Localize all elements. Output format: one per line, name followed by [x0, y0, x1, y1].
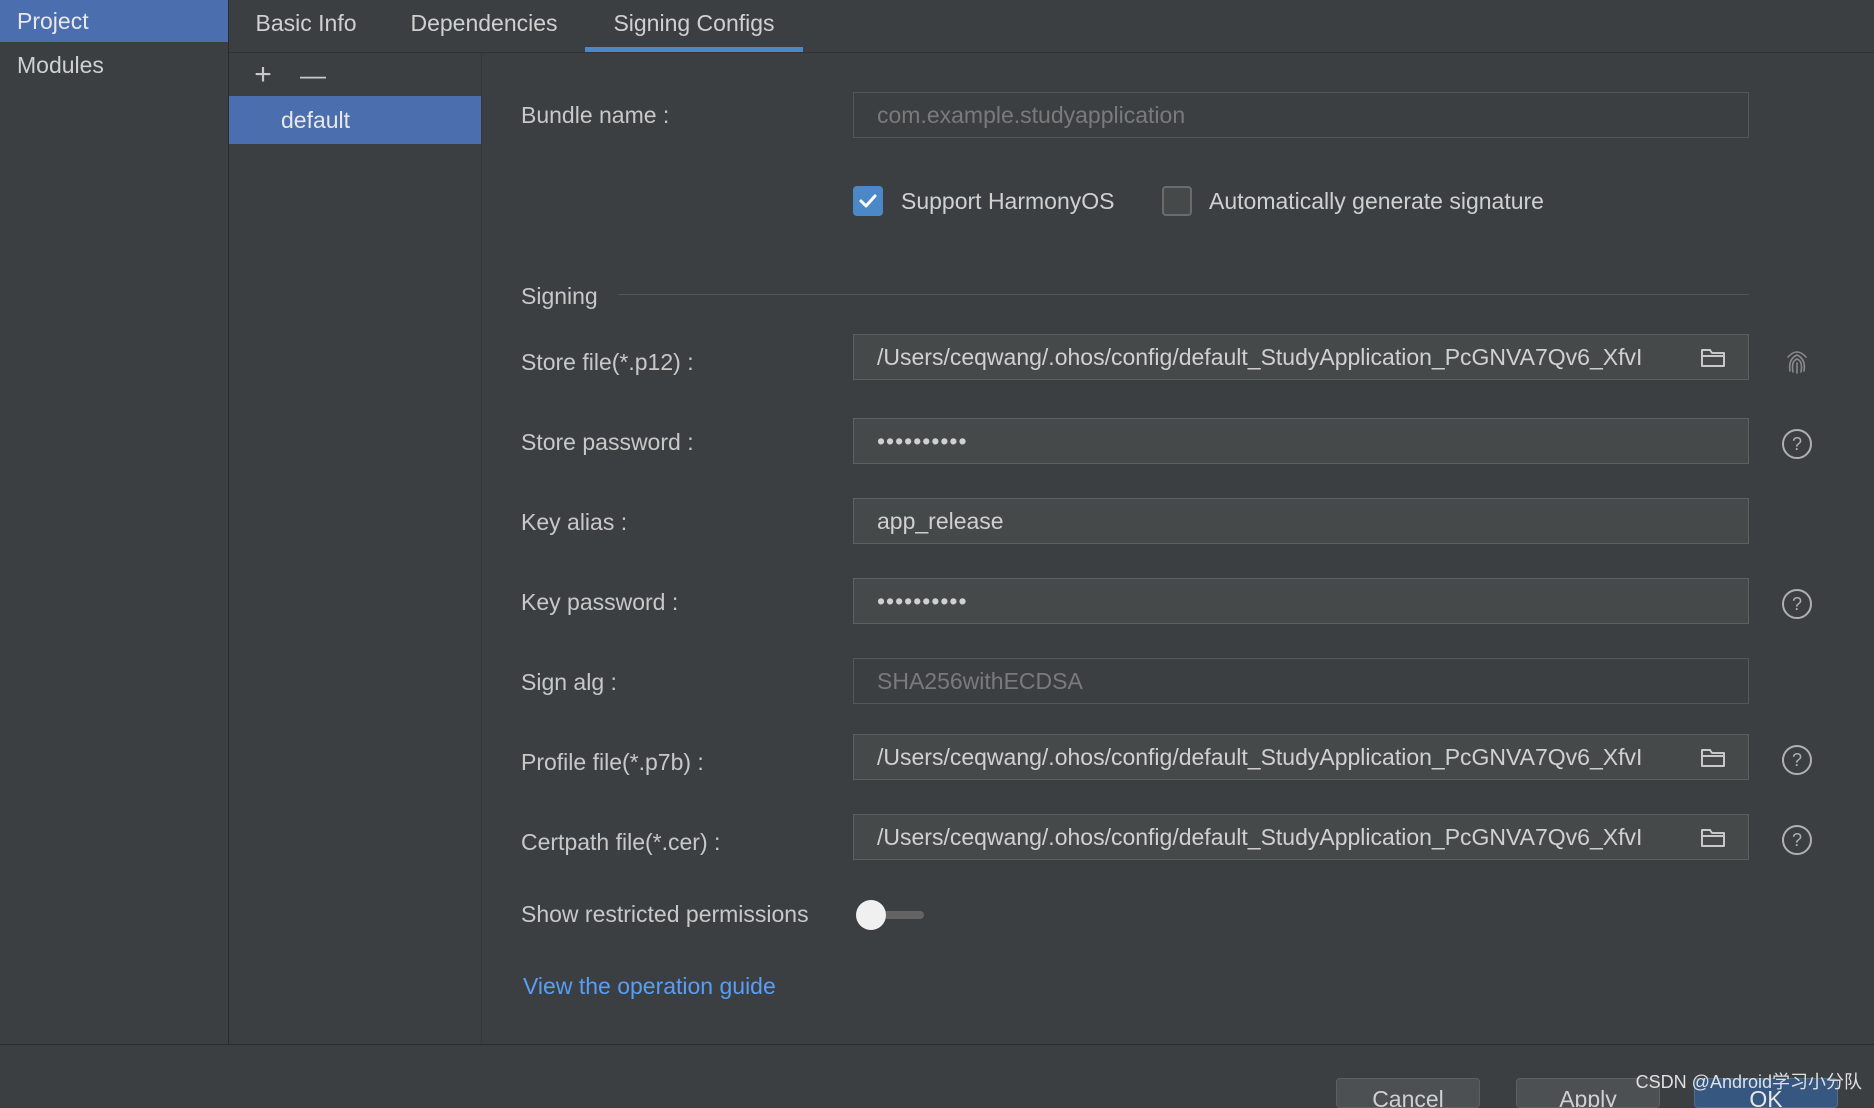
config-item-default[interactable]: default [229, 96, 481, 144]
signing-config-list [229, 53, 482, 1044]
support-harmonyos-label: Support HarmonyOS [901, 188, 1115, 214]
toggle-knob[interactable] [856, 900, 886, 930]
key-alias-label: Key alias : [521, 509, 628, 535]
certpath-file-field[interactable]: /Users/ceqwang/.ohos/config/default_Stud… [853, 814, 1749, 860]
store-file-label: Store file(*.p12) : [521, 349, 694, 375]
auto-signature-checkbox[interactable] [1162, 186, 1192, 216]
svg-text:?: ? [1792, 750, 1802, 770]
plus-icon: + [254, 58, 272, 91]
store-password-label: Store password : [521, 429, 694, 455]
sidebar-item-label: Project [17, 8, 89, 34]
cancel-button[interactable]: Cancel [1336, 1078, 1480, 1108]
store-file-field[interactable]: /Users/ceqwang/.ohos/config/default_Stud… [853, 334, 1749, 380]
apply-label: Apply [1559, 1086, 1617, 1108]
key-password-field[interactable]: •••••••••• [853, 578, 1749, 624]
sidebar-item-project[interactable]: Project [0, 0, 228, 42]
operation-guide-link[interactable]: View the operation guide [523, 973, 776, 1000]
folder-icon[interactable] [1700, 826, 1726, 848]
help-icon[interactable]: ? [1781, 428, 1813, 460]
key-alias-field[interactable]: app_release [853, 498, 1749, 544]
profile-file-value: /Users/ceqwang/.ohos/config/default_Stud… [877, 744, 1643, 770]
bundle-name-field: com.example.studyapplication [853, 92, 1749, 138]
watermark: CSDN @Android学习小分队 [1635, 1072, 1862, 1092]
svg-text:?: ? [1792, 434, 1802, 454]
tab-basic-info[interactable]: Basic Info [229, 0, 383, 52]
tab-label: Dependencies [410, 10, 558, 36]
profile-file-label: Profile file(*.p7b) : [521, 749, 704, 775]
signing-section-title: Signing [521, 283, 598, 309]
tab-dependencies[interactable]: Dependencies [386, 0, 582, 52]
support-harmonyos-checkbox[interactable] [853, 186, 883, 216]
folder-icon[interactable] [1700, 346, 1726, 368]
certpath-file-value: /Users/ceqwang/.ohos/config/default_Stud… [877, 824, 1643, 850]
project-structure-sidebar [0, 0, 229, 1044]
sign-alg-value: SHA256withECDSA [877, 668, 1083, 694]
tab-label: Basic Info [255, 10, 357, 36]
remove-config-button[interactable]: — [298, 60, 328, 90]
key-password-value: •••••••••• [877, 588, 968, 614]
certpath-file-label: Certpath file(*.cer) : [521, 829, 721, 855]
minus-icon: — [300, 60, 326, 90]
key-password-label: Key password : [521, 589, 679, 615]
fingerprint-icon[interactable] [1781, 345, 1813, 377]
config-item-label: default [281, 107, 351, 133]
help-icon[interactable]: ? [1781, 744, 1813, 776]
auto-signature-label: Automatically generate signature [1209, 188, 1544, 214]
help-icon[interactable]: ? [1781, 588, 1813, 620]
signing-section-divider [618, 294, 1749, 295]
bundle-name-value: com.example.studyapplication [877, 102, 1186, 128]
bundle-name-label: Bundle name : [521, 102, 670, 128]
check-icon [859, 194, 877, 208]
tab-label: Signing Configs [613, 10, 775, 36]
cancel-label: Cancel [1372, 1086, 1444, 1108]
key-alias-value: app_release [877, 508, 1004, 534]
store-file-value: /Users/ceqwang/.ohos/config/default_Stud… [877, 344, 1643, 370]
sidebar-item-modules[interactable]: Modules [0, 44, 228, 86]
svg-text:?: ? [1792, 594, 1802, 614]
profile-file-field[interactable]: /Users/ceqwang/.ohos/config/default_Stud… [853, 734, 1749, 780]
folder-icon[interactable] [1700, 746, 1726, 768]
svg-text:?: ? [1792, 830, 1802, 850]
sign-alg-field: SHA256withECDSA [853, 658, 1749, 704]
add-config-button[interactable]: + [248, 60, 278, 90]
show-restricted-label: Show restricted permissions [521, 901, 809, 927]
sign-alg-label: Sign alg : [521, 669, 617, 695]
sidebar-item-label: Modules [17, 52, 104, 78]
store-password-value: •••••••••• [877, 428, 968, 454]
help-icon[interactable]: ? [1781, 824, 1813, 856]
tab-signing-configs[interactable]: Signing Configs [585, 0, 803, 52]
store-password-field[interactable]: •••••••••• [853, 418, 1749, 464]
